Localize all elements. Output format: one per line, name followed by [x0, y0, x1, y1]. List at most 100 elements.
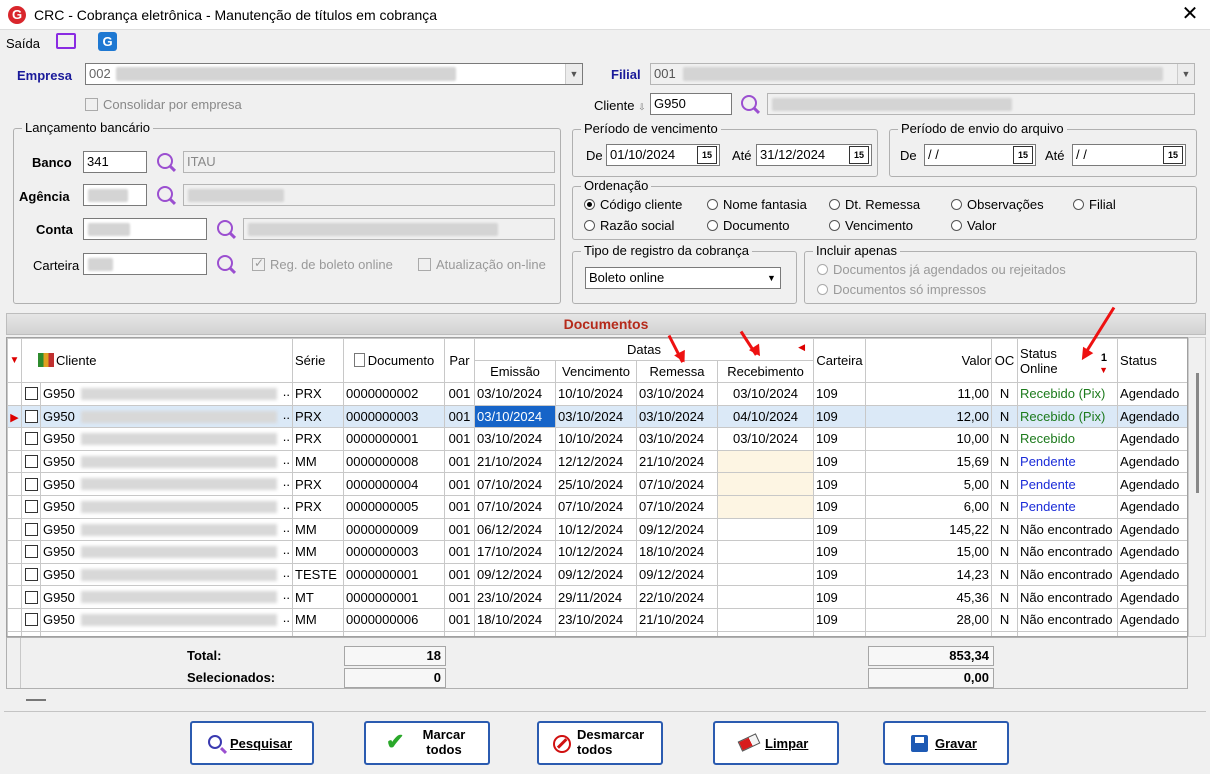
table-row[interactable]: G950.. MM 0000000006 001 18/10/2024 23/10/202…	[7, 607, 1187, 632]
col-oc[interactable]: OC	[991, 338, 1019, 383]
marcar-todos-button[interactable]: ✔ Marcar todos	[364, 721, 490, 765]
row-checkbox[interactable]	[21, 404, 41, 429]
ord-nome-fantasia[interactable]: Nome fantasia	[707, 197, 807, 212]
table-row[interactable]: G950.. MM 0000000003 001 17/10/2024 10/12/202…	[7, 540, 1187, 564]
chevron-down-icon[interactable]: ▼	[763, 268, 780, 288]
consolidar-checkbox[interactable]: Consolidar por empresa	[85, 97, 242, 112]
col-valor[interactable]: Valor	[865, 338, 993, 383]
table-row[interactable]: ▶ G950.. PRX 0000000003 001 03/10/2024 03/10/2…	[7, 404, 1187, 429]
calendar-icon[interactable]: 15	[1163, 146, 1183, 164]
incluir-impressos-radio[interactable]: Documentos só impressos	[817, 282, 986, 297]
col-status-online[interactable]: Status Online 1 ▼	[1017, 338, 1119, 383]
ord-filial[interactable]: Filial	[1073, 197, 1116, 212]
cell-recebimento	[716, 585, 815, 609]
col-recebimento[interactable]: Recebimento	[716, 360, 815, 383]
envio-ate-input[interactable]: / / 15	[1072, 144, 1186, 166]
search-icon[interactable]	[217, 255, 233, 271]
table-row[interactable]: G950.. TESTE 0000000001 001 09/12/2024 09/12/…	[7, 562, 1187, 587]
col-documento[interactable]: Documento	[343, 338, 445, 383]
col-par[interactable]: Par	[444, 338, 475, 383]
cliente-name-blurred	[772, 98, 1012, 111]
chevron-down-icon[interactable]: ▼	[565, 64, 582, 84]
pesquisar-button[interactable]: Pesquisar	[190, 721, 314, 765]
close-icon[interactable]: ✕	[1178, 2, 1202, 26]
calendar-icon[interactable]: 15	[1013, 146, 1033, 164]
sort-desc-icon: ▼	[1099, 365, 1109, 375]
scroll-thumb[interactable]	[1196, 373, 1199, 493]
tipo-registro-select[interactable]: Boleto online ▼	[585, 267, 781, 289]
splitter-handle[interactable]	[26, 699, 46, 701]
row-checkbox[interactable]	[21, 540, 41, 564]
app-g-icon[interactable]: G	[98, 32, 117, 51]
row-checkbox[interactable]	[21, 382, 41, 406]
venc-ate-input[interactable]: 31/12/2024 15	[756, 144, 872, 166]
banco-code-input[interactable]: 341	[83, 151, 147, 173]
ord-razao-social[interactable]: Razão social	[584, 218, 674, 233]
calendar-icon[interactable]: 15	[849, 146, 869, 164]
col-status[interactable]: Status	[1117, 338, 1187, 383]
table-row[interactable]: G950.. MT 0000000001 001 23/10/2024 29/11/202…	[7, 585, 1187, 609]
table-row[interactable]: G950.. PRX 0000000002 001 03/10/2024 10/10/20…	[7, 382, 1187, 406]
venc-de-input[interactable]: 01/10/2024 15	[606, 144, 720, 166]
agencia-input[interactable]	[83, 184, 147, 206]
empresa-select[interactable]: 002 ▼	[85, 63, 583, 85]
gravar-button[interactable]: Gravar	[883, 721, 1009, 765]
row-checkbox[interactable]	[21, 585, 41, 609]
col-documento-label: Documento	[367, 353, 435, 368]
envio-de-input[interactable]: / / 15	[924, 144, 1036, 166]
limpar-button[interactable]: Limpar	[713, 721, 839, 765]
cell-serie: PRX	[292, 494, 344, 519]
row-checkbox[interactable]	[21, 449, 41, 474]
documents-grid[interactable]: ▼ Cliente Série Documento Par Datas ◀ Car…	[6, 337, 1188, 637]
table-row[interactable]: G950.. MM 0000000008 001 21/10/2024 12/12/202…	[7, 449, 1187, 474]
table-row[interactable]: G950.. PRX 0000000005 001 07/10/2024 07/10/20…	[7, 494, 1187, 519]
ord-label: Filial	[1089, 197, 1116, 212]
vertical-scrollbar[interactable]	[1188, 337, 1206, 637]
ord-documento[interactable]: Documento	[707, 218, 789, 233]
ellipsis: ..	[282, 564, 290, 580]
reg-boleto-checkbox[interactable]: Reg. de boleto online	[252, 256, 393, 272]
col-remessa[interactable]: Remessa	[636, 360, 718, 383]
search-icon[interactable]	[217, 220, 233, 236]
check-icon	[418, 258, 431, 271]
col-vencimento[interactable]: Vencimento	[555, 360, 637, 383]
table-row[interactable]: G950.. PRX 0000000004 001 07/10/2024 25/10/20…	[7, 472, 1187, 496]
ord-codigo-cliente[interactable]: Código cliente	[584, 197, 682, 212]
cell-status: Agendado	[1117, 607, 1187, 632]
filial-select[interactable]: 001 ▼	[650, 63, 1195, 85]
row-checkbox[interactable]	[21, 607, 41, 632]
calendar-icon[interactable]: 15	[697, 146, 717, 164]
incluir-title: Incluir apenas	[813, 243, 900, 258]
total-count: 18	[344, 646, 446, 666]
desmarcar-todos-button[interactable]: Desmarcar todos	[537, 721, 663, 765]
col-serie[interactable]: Série	[292, 338, 344, 383]
ord-valor[interactable]: Valor	[951, 218, 996, 233]
chevron-down-icon[interactable]: ▼	[1177, 64, 1194, 84]
search-icon[interactable]	[741, 95, 757, 111]
search-icon[interactable]	[157, 153, 173, 169]
row-indicator: ▶	[7, 404, 22, 429]
ord-observacoes[interactable]: Observações	[951, 197, 1044, 212]
carteira-input[interactable]	[83, 253, 207, 275]
row-checkbox[interactable]	[21, 472, 41, 496]
row-checkbox[interactable]	[21, 427, 41, 451]
table-row[interactable]: G950.. PRX 0000000001 001 03/10/2024 10/10/20…	[7, 427, 1187, 451]
conta-input[interactable]	[83, 218, 207, 240]
incluir-agendados-radio[interactable]: Documentos já agendados ou rejeitados	[817, 262, 1066, 277]
col-carteira[interactable]: Carteira	[813, 338, 867, 383]
col-cliente[interactable]: Cliente	[21, 338, 293, 383]
conta-label: Conta	[36, 222, 73, 237]
row-checkbox[interactable]	[21, 517, 41, 542]
row-checkbox[interactable]	[21, 562, 41, 587]
row-checkbox[interactable]	[21, 494, 41, 519]
col-emissao[interactable]: Emissão	[474, 360, 556, 383]
exit-menu[interactable]: Saída	[6, 36, 40, 51]
table-row[interactable]: G950.. MM 0000000009 001 06/12/2024 10/12/202…	[7, 517, 1187, 542]
monitor-icon[interactable]	[56, 33, 76, 49]
ord-dt-remessa[interactable]: Dt. Remessa	[829, 197, 920, 212]
ord-vencimento[interactable]: Vencimento	[829, 218, 913, 233]
cliente-code-input[interactable]: G950	[650, 93, 732, 115]
cliente-code: G950	[43, 544, 75, 560]
search-icon[interactable]	[157, 186, 173, 202]
atualizacao-checkbox[interactable]: Atualização on-line	[418, 257, 546, 272]
